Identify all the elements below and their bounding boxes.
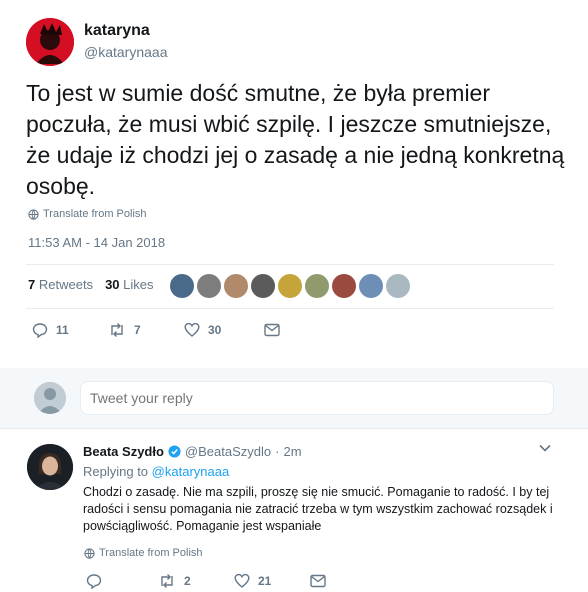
- likes-label: Likes: [123, 277, 154, 292]
- liker-avatar[interactable]: [386, 274, 410, 298]
- reply-header: Beata Szydło @BeataSzydlo · 2m: [83, 444, 302, 459]
- likes-count: 30: [105, 277, 120, 292]
- reply-button[interactable]: 11: [32, 322, 108, 338]
- chevron-down-icon: [539, 444, 551, 452]
- display-name[interactable]: Beata Szydło: [83, 444, 164, 459]
- like-button[interactable]: 21: [234, 573, 310, 589]
- liker-avatar[interactable]: [332, 274, 356, 298]
- globe-icon: [84, 547, 95, 559]
- timestamp[interactable]: 11:53 AM - 14 Jan 2018: [28, 235, 165, 250]
- main-tweet: kataryna @katarynaaa To jest w sumie doś…: [0, 0, 588, 368]
- reply-icon: [86, 574, 102, 589]
- reply-count: 11: [56, 323, 69, 337]
- like-count: 30: [208, 323, 222, 337]
- retweet-button[interactable]: 7: [108, 322, 184, 338]
- display-name[interactable]: kataryna: [84, 22, 150, 40]
- reply-input[interactable]: [80, 381, 554, 415]
- translate-link[interactable]: Translate from Polish: [28, 208, 147, 220]
- liker-avatar[interactable]: [170, 274, 194, 298]
- heart-icon: [184, 322, 200, 337]
- direct-message-button[interactable]: [264, 323, 280, 337]
- retweet-count: 7: [134, 323, 141, 337]
- reply-tweet-actions: 2 21: [86, 573, 326, 589]
- reply-tweet: Beata Szydło @BeataSzydlo · 2m Replying …: [0, 428, 588, 592]
- translate-label: Translate from Polish: [99, 547, 203, 559]
- tweet-text: To jest w sumie dość smutne, że była pre…: [26, 80, 565, 199]
- globe-icon: [28, 208, 39, 220]
- retweets-count: 7: [28, 277, 36, 292]
- retweet-button[interactable]: 2: [158, 573, 234, 589]
- reply-composer: [0, 368, 588, 428]
- replying-to: Replying to @katarynaaa: [83, 464, 229, 479]
- reply-button[interactable]: [86, 573, 158, 589]
- translate-link[interactable]: Translate from Polish: [84, 547, 203, 559]
- liker-avatar[interactable]: [251, 274, 275, 298]
- divider: [26, 264, 554, 265]
- handle[interactable]: @BeataSzydlo: [185, 444, 271, 459]
- retweet-icon: [111, 323, 123, 337]
- engagement-stats: 7 Retweets 30 Likes: [28, 277, 154, 292]
- relative-time[interactable]: 2m: [283, 444, 301, 459]
- divider: [26, 308, 554, 309]
- envelope-icon: [310, 574, 326, 588]
- more-options-button[interactable]: [538, 441, 552, 460]
- translate-label: Translate from Polish: [43, 208, 147, 220]
- retweets-stat[interactable]: 7 Retweets: [28, 277, 93, 292]
- like-count: 21: [258, 574, 272, 588]
- avatar: [34, 382, 66, 414]
- replying-prefix: Replying to: [83, 464, 149, 479]
- heart-icon: [234, 573, 250, 588]
- verified-badge-icon: [168, 445, 181, 458]
- direct-message-button[interactable]: [310, 574, 326, 588]
- envelope-icon: [264, 323, 280, 337]
- liker-avatar[interactable]: [278, 274, 302, 298]
- avatar[interactable]: [27, 444, 73, 490]
- avatar[interactable]: [26, 18, 74, 66]
- liker-avatars: [170, 274, 410, 298]
- liker-avatar[interactable]: [305, 274, 329, 298]
- retweet-icon: [161, 574, 173, 588]
- handle[interactable]: @katarynaaa: [84, 44, 167, 60]
- like-button[interactable]: 30: [184, 322, 264, 338]
- liker-avatar[interactable]: [359, 274, 383, 298]
- replying-handle-link[interactable]: @katarynaaa: [152, 464, 230, 479]
- retweets-label: Retweets: [38, 277, 94, 292]
- retweet-count: 2: [184, 574, 191, 588]
- liker-avatar[interactable]: [224, 274, 248, 298]
- likes-stat[interactable]: 30 Likes: [105, 277, 153, 292]
- reply-icon: [32, 323, 48, 338]
- liker-avatar[interactable]: [197, 274, 221, 298]
- separator: ·: [275, 444, 280, 459]
- tweet-text: Chodzi o zasadę. Nie ma szpili, proszę s…: [83, 485, 553, 533]
- main-tweet-actions: 11 7 30: [32, 322, 280, 338]
